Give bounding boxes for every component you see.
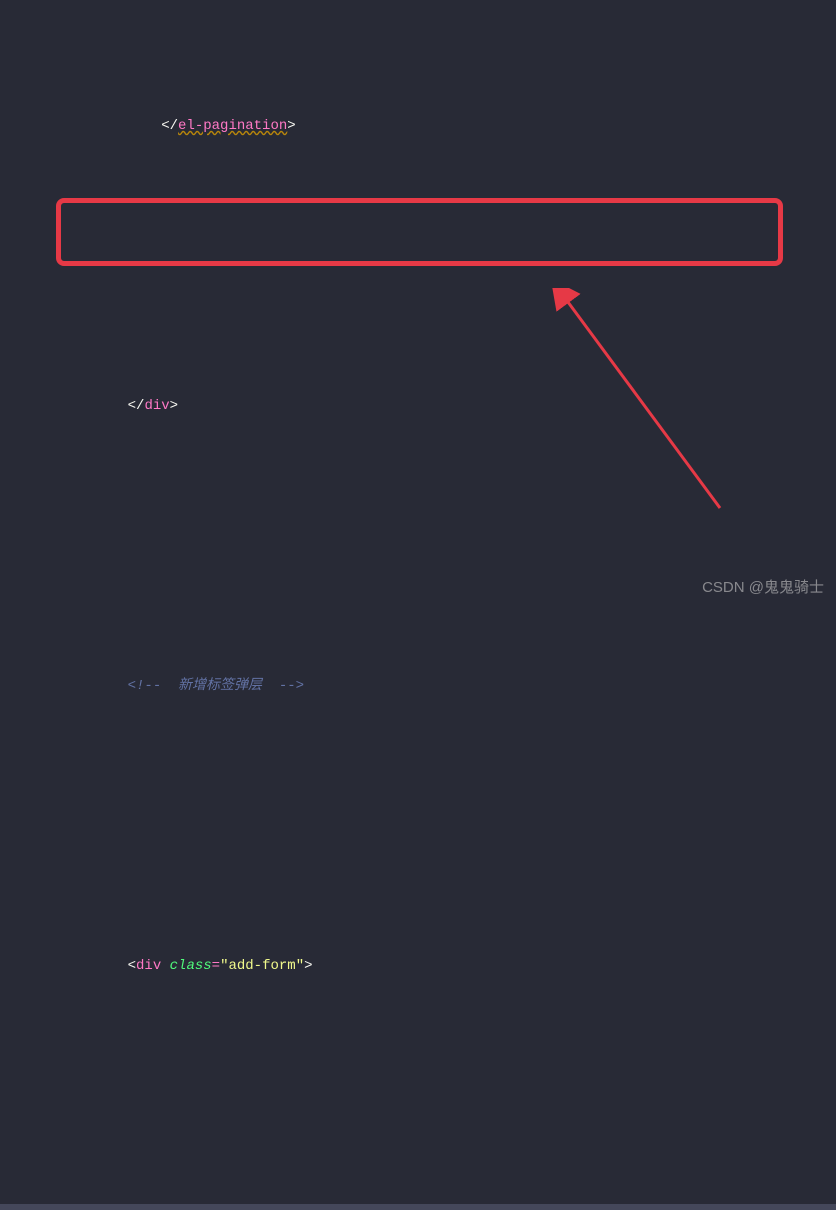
watermark-text: CSDN @鬼鬼骑士 (702, 576, 824, 597)
tag-el-pagination: el-pagination (178, 118, 287, 134)
comment-text: 新增标签弹层 (178, 678, 262, 694)
code-editor-area[interactable]: </el-pagination> </div> <!-- 新增标签弹层 --> … (0, 0, 836, 1210)
code-line-blank[interactable] (0, 532, 836, 560)
code-line[interactable]: <div class="add-form"> (0, 924, 836, 1008)
tag-div-close: div (144, 398, 169, 414)
val-class: "add-form" (220, 958, 304, 974)
comment-open: <!-- (128, 678, 162, 694)
tag-div-open: div (136, 958, 161, 974)
attr-class: class (170, 958, 212, 974)
code-line-highlighted[interactable]: <el-dialog title="新增图书" :visible.sync="d… (0, 1204, 836, 1210)
code-line-blank[interactable] (0, 252, 836, 280)
code-line-blank[interactable] (0, 1092, 836, 1120)
code-line-blank[interactable] (0, 812, 836, 840)
code-line[interactable]: </el-pagination> (0, 84, 836, 168)
code-line[interactable]: </div> (0, 364, 836, 448)
code-comment-line[interactable]: <!-- 新增标签弹层 --> (0, 644, 836, 728)
comment-close: --> (279, 678, 304, 694)
